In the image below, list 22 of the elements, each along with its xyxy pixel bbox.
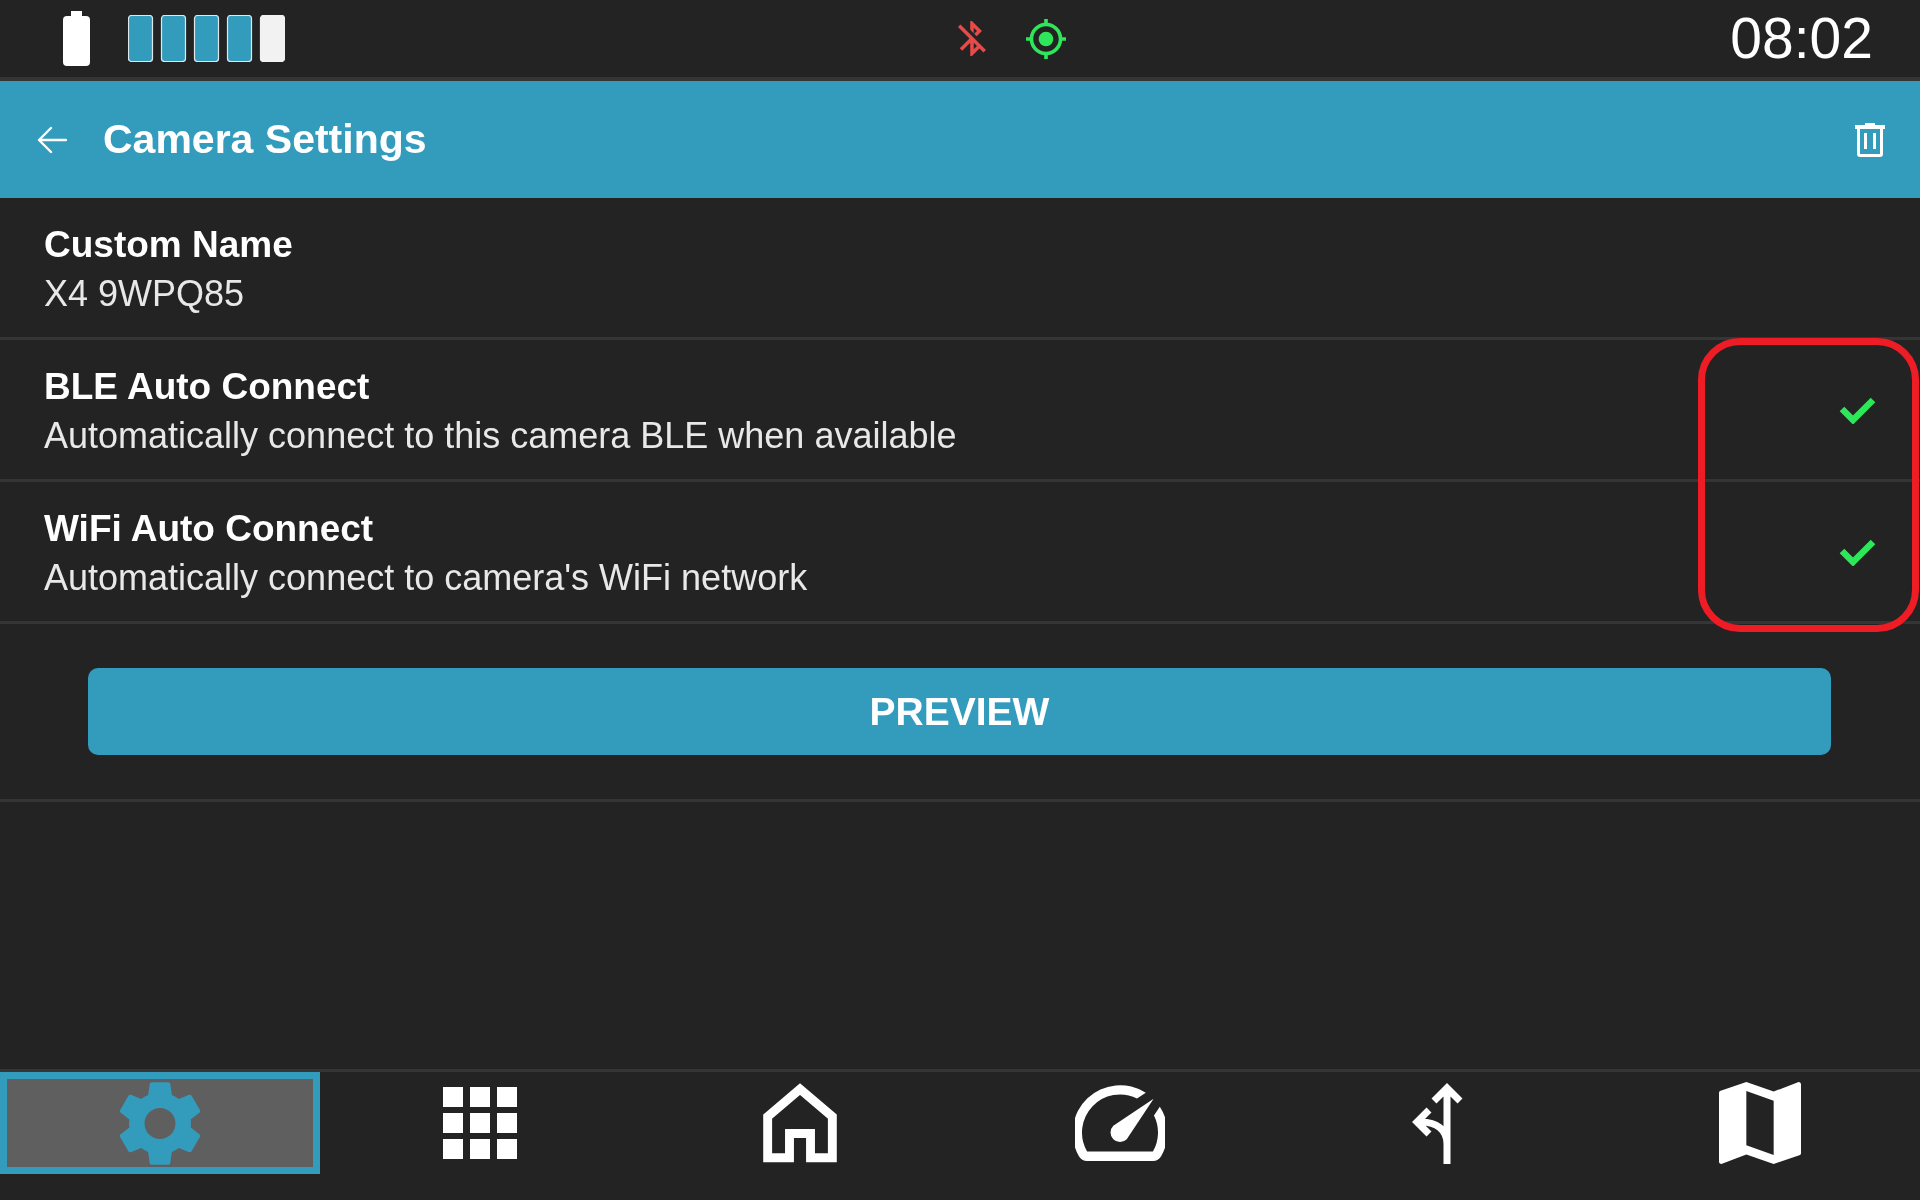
bluetooth-off-icon: [958, 21, 987, 56]
check-icon[interactable]: [1839, 538, 1876, 566]
setting-title: BLE Auto Connect: [44, 365, 371, 409]
setting-value: X4 9WPQ85: [44, 272, 246, 316]
check-icon[interactable]: [1839, 396, 1876, 424]
signal-bars-icon: [128, 15, 285, 62]
clock-time: 08:02: [1730, 10, 1873, 67]
page-title: Camera Settings: [103, 116, 427, 163]
setting-description: Automatically connect to camera's WiFi network: [44, 556, 808, 600]
speedometer-icon: [1075, 1085, 1165, 1161]
home-icon: [762, 1083, 838, 1163]
setting-description: Automatically connect to this camera BLE when available: [44, 414, 957, 458]
back-arrow-icon[interactable]: [37, 125, 67, 154]
target-icon: [1026, 18, 1066, 59]
preview-button[interactable]: PREVIEW: [88, 668, 1831, 755]
trash-icon[interactable]: [1855, 122, 1885, 157]
setting-title: Custom Name: [44, 223, 293, 267]
map-icon: [1719, 1082, 1801, 1164]
gear-icon: [120, 1079, 200, 1167]
grid-icon: [442, 1087, 518, 1159]
setting-title: WiFi Auto Connect: [44, 507, 375, 551]
battery-icon: [63, 11, 90, 66]
